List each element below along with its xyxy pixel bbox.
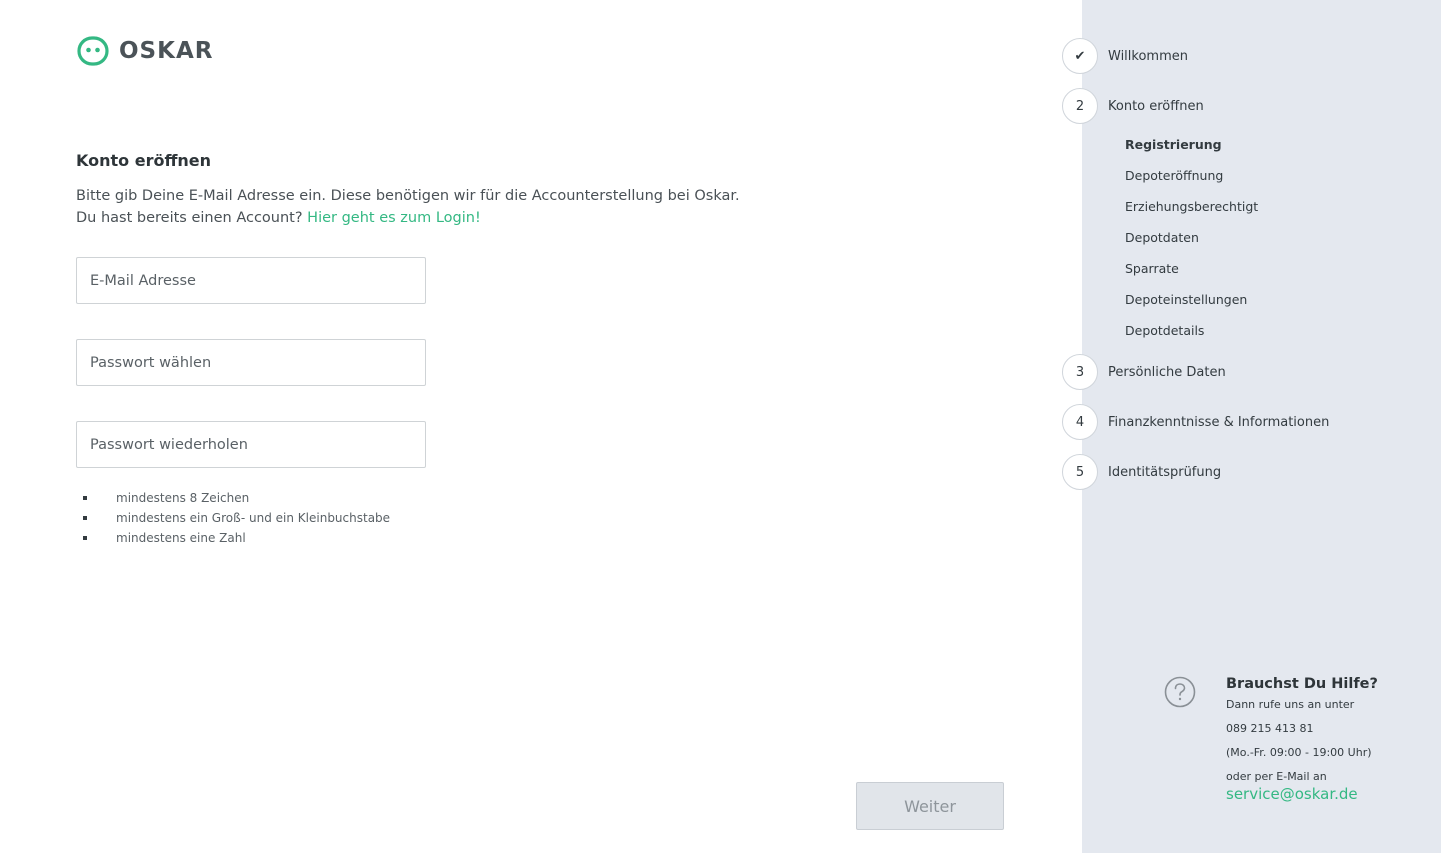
intro-line-2-prefix: Du hast bereits einen Account? [76, 210, 303, 226]
step-label: Identitätsprüfung [1108, 464, 1222, 480]
bullet-icon [83, 496, 87, 500]
help-line: Dann rufe uns an unter [1226, 698, 1355, 711]
intro-text: Bitte gib Deine E-Mail Adresse ein. Dies… [76, 185, 740, 229]
substep-depotdetails[interactable]: Depotdetails [1125, 320, 1258, 351]
step-persoenliche-daten[interactable]: 3 Persönliche Daten [1062, 354, 1226, 390]
password-rule: mindestens ein Groß- und ein Kleinbuchst… [76, 508, 390, 528]
step-label: Finanzkenntnisse & Informationen [1108, 414, 1330, 430]
substep-depoteinstellungen[interactable]: Depoteinstellungen [1125, 289, 1258, 320]
question-circle-icon [1164, 676, 1196, 708]
help-hours: (Mo.-Fr. 09:00 - 19:00 Uhr) [1226, 746, 1372, 759]
help-phone[interactable]: 089 215 413 81 [1226, 722, 1378, 746]
substep-depotdaten[interactable]: Depotdaten [1125, 227, 1258, 258]
help-box: Brauchst Du Hilfe? Dann rufe uns an unte… [1226, 674, 1378, 803]
step-number: 2 [1062, 88, 1098, 124]
substep-depoteroeffnung[interactable]: Depoteröffnung [1125, 165, 1258, 196]
page-title: Konto eröffnen [76, 151, 212, 170]
step-konto-eroeffnen[interactable]: 2 Konto eröffnen [1062, 88, 1204, 124]
logo-text: OSKAR [119, 38, 214, 64]
password-rules-list: mindestens 8 Zeichen mindestens ein Groß… [76, 488, 390, 548]
help-title: Brauchst Du Hilfe? [1226, 676, 1378, 692]
help-email-link[interactable]: service@oskar.de [1226, 785, 1378, 803]
step-willkommen[interactable]: ✔ Willkommen [1062, 38, 1188, 74]
login-link[interactable]: Hier geht es zum Login! [307, 210, 481, 226]
substep-erziehungsberechtigt[interactable]: Erziehungsberechtigt [1125, 196, 1258, 227]
step-finanzkenntnisse[interactable]: 4 Finanzkenntnisse & Informationen [1062, 404, 1329, 440]
password-field[interactable] [76, 339, 426, 386]
substep-sparrate[interactable]: Sparrate [1125, 258, 1258, 289]
password-rule: mindestens 8 Zeichen [76, 488, 390, 508]
substep-list: Registrierung Depoteröffnung Erziehungsb… [1125, 134, 1258, 351]
bullet-icon [83, 536, 87, 540]
step-label: Konto eröffnen [1108, 98, 1204, 114]
oskar-face-icon [77, 36, 109, 66]
step-number: 4 [1062, 404, 1098, 440]
intro-line-2: Du hast bereits einen Account? Hier geht… [76, 207, 740, 229]
password-rule: mindestens eine Zahl [76, 528, 390, 548]
email-field[interactable] [76, 257, 426, 304]
bullet-icon [83, 516, 87, 520]
substep-registrierung[interactable]: Registrierung [1125, 134, 1258, 165]
step-number: 3 [1062, 354, 1098, 390]
check-icon: ✔ [1062, 38, 1098, 74]
logo[interactable]: OSKAR [77, 36, 213, 66]
step-number: 5 [1062, 454, 1098, 490]
step-label: Persönliche Daten [1108, 364, 1226, 380]
next-button[interactable]: Weiter [856, 782, 1004, 830]
intro-line-1: Bitte gib Deine E-Mail Adresse ein. Dies… [76, 188, 740, 204]
password-repeat-field[interactable] [76, 421, 426, 468]
step-label: Willkommen [1108, 48, 1188, 64]
step-identitaetspruefung[interactable]: 5 Identitätsprüfung [1062, 454, 1221, 490]
